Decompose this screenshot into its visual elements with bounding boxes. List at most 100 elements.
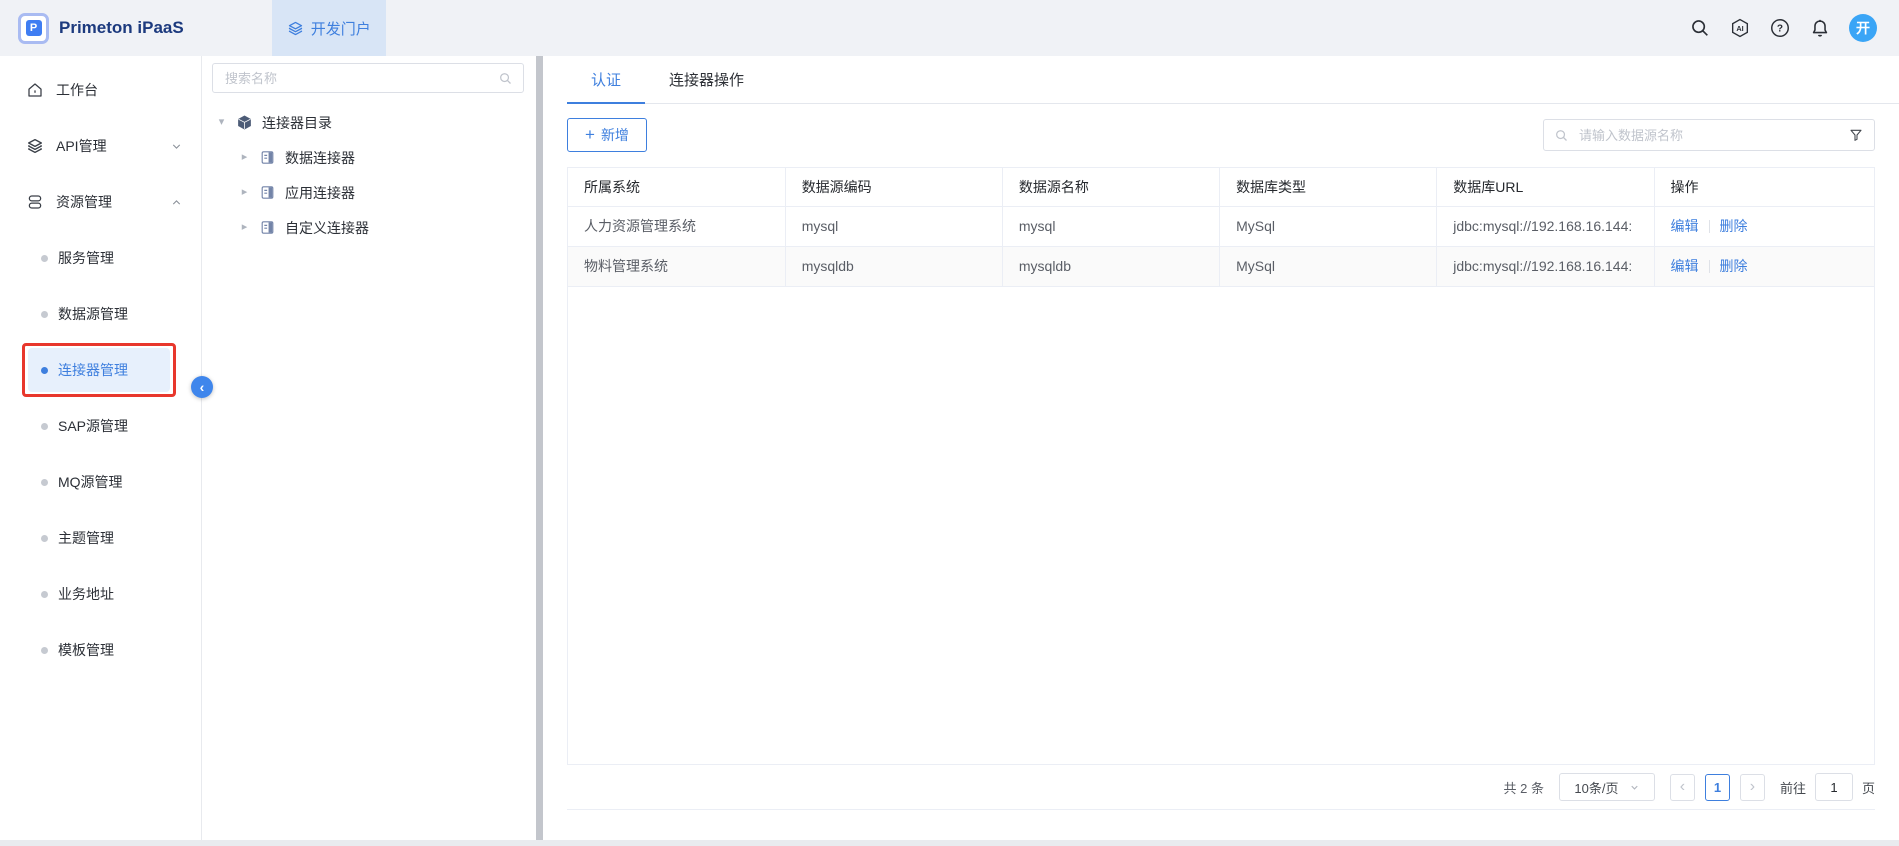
goto-suffix: 页 — [1862, 778, 1875, 797]
cell-system: 人力资源管理系统 — [568, 206, 785, 246]
chevron-down-icon — [1629, 782, 1640, 793]
sidebar-item-connector-mgmt[interactable]: 连接器管理 — [0, 342, 201, 398]
column-header-db-type: 数据库类型 — [1220, 168, 1437, 206]
plus-icon: + — [585, 126, 595, 143]
bullet-icon — [41, 367, 48, 374]
sidebar-item-topic-mgmt[interactable]: 主题管理 — [0, 510, 201, 566]
cell-code: mysqldb — [785, 246, 1002, 286]
tree-node-label: 自定义连接器 — [285, 218, 369, 238]
topbar: P Primeton iPaaS 开发门户 AI — [0, 0, 1899, 56]
main-panel: 认证 连接器操作 + 新增 — [543, 56, 1899, 840]
caret-right-icon[interactable]: ▸ — [239, 222, 250, 233]
sidebar-item-resource-mgmt[interactable]: 资源管理 — [0, 174, 201, 230]
table-row: 人力资源管理系统 mysql mysql MySql jdbc:mysql://… — [568, 206, 1874, 246]
cell-db-url: jdbc:mysql://192.168.16.144: — [1437, 206, 1654, 246]
sidebar-item-label: 主题管理 — [58, 528, 114, 548]
prev-page-button[interactable]: ‹ — [1670, 774, 1695, 801]
next-page-button[interactable]: › — [1740, 774, 1765, 801]
cell-db-type: MySql — [1220, 206, 1437, 246]
cube-icon — [236, 114, 253, 131]
svg-text:AI: AI — [1736, 24, 1743, 33]
sidebar-item-label: 工作台 — [56, 80, 98, 100]
search-icon[interactable] — [1689, 17, 1711, 39]
divider — [1709, 260, 1710, 273]
datasource-search-input[interactable] — [1577, 127, 1840, 144]
layers-icon — [287, 20, 304, 37]
column-header-db-url: 数据库URL — [1437, 168, 1654, 206]
search-icon — [498, 71, 513, 86]
sidebar-item-label: 业务地址 — [58, 584, 114, 604]
sidebar-item-service-mgmt[interactable]: 服务管理 — [0, 230, 201, 286]
tree-node-app-connector[interactable]: ▸ 应用连接器 — [202, 175, 536, 210]
toolbar: + 新增 — [567, 118, 1875, 152]
sidebar-collapse-handle[interactable]: ‹ — [191, 376, 213, 398]
tab-connector-operations[interactable]: 连接器操作 — [645, 56, 768, 103]
document-icon — [259, 149, 276, 166]
cell-code: mysql — [785, 206, 1002, 246]
page-size-value: 10条/页 — [1574, 778, 1618, 797]
tree-node-data-connector[interactable]: ▸ 数据连接器 — [202, 140, 536, 175]
bullet-icon — [41, 423, 48, 430]
tree-node-custom-connector[interactable]: ▸ 自定义连接器 — [202, 210, 536, 245]
cell-db-url: jdbc:mysql://192.168.16.144: — [1437, 246, 1654, 286]
goto-page: 前往 页 — [1780, 773, 1875, 801]
sidebar-item-business-address[interactable]: 业务地址 — [0, 566, 201, 622]
tree-search-input[interactable] — [223, 70, 490, 87]
help-icon[interactable]: ? — [1769, 17, 1791, 39]
topbar-actions: AI ? 开 — [1689, 14, 1899, 42]
svg-text:?: ? — [1777, 24, 1783, 35]
bullet-icon — [41, 479, 48, 486]
sidebar-item-template-mgmt[interactable]: 模板管理 — [0, 622, 201, 678]
sidebar-item-api-mgmt[interactable]: API管理 — [0, 118, 201, 174]
page-number-1[interactable]: 1 — [1705, 774, 1730, 801]
sidebar-item-label: SAP源管理 — [58, 416, 128, 436]
brand-name: Primeton iPaaS — [59, 18, 184, 38]
bullet-icon — [41, 647, 48, 654]
edit-link[interactable]: 编辑 — [1671, 258, 1699, 274]
content-row: 工作台 API管理 资源管理 — [0, 56, 1899, 840]
cell-actions: 编辑 删除 — [1654, 246, 1874, 286]
page-size-select[interactable]: 10条/页 — [1559, 773, 1655, 801]
bullet-icon — [41, 535, 48, 542]
sidebar-item-mq-source-mgmt[interactable]: MQ源管理 — [0, 454, 201, 510]
sidebar-item-workbench[interactable]: 工作台 — [0, 62, 201, 118]
column-header-code: 数据源编码 — [785, 168, 1002, 206]
cell-db-type: MySql — [1220, 246, 1437, 286]
caret-right-icon[interactable]: ▸ — [239, 152, 250, 163]
datasource-search — [1543, 119, 1875, 151]
document-icon — [259, 219, 276, 236]
app-window: P Primeton iPaaS 开发门户 AI — [0, 0, 1899, 840]
cell-name: mysqldb — [1002, 246, 1219, 286]
sidebar: 工作台 API管理 资源管理 — [0, 56, 202, 840]
portal-tab-label: 开发门户 — [311, 18, 371, 39]
tree-node-label: 连接器目录 — [262, 113, 332, 133]
pagination: 共 2 条 10条/页 ‹ 1 › 前往 页 — [567, 765, 1875, 810]
portal-tab-dev[interactable]: 开发门户 — [272, 0, 386, 56]
column-header-name: 数据源名称 — [1002, 168, 1219, 206]
bell-icon[interactable] — [1809, 17, 1831, 39]
add-button[interactable]: + 新增 — [567, 118, 647, 152]
delete-link[interactable]: 删除 — [1720, 258, 1748, 274]
avatar[interactable]: 开 — [1849, 14, 1877, 42]
cell-system: 物料管理系统 — [568, 246, 785, 286]
sidebar-item-label: 资源管理 — [56, 192, 112, 212]
sidebar-item-sap-source-mgmt[interactable]: SAP源管理 — [0, 398, 201, 454]
caret-right-icon[interactable]: ▸ — [239, 187, 250, 198]
delete-link[interactable]: 删除 — [1720, 218, 1748, 234]
tree-search — [212, 63, 524, 93]
sidebar-item-label: MQ源管理 — [58, 472, 123, 492]
cell-name: mysql — [1002, 206, 1219, 246]
filter-icon[interactable] — [1848, 127, 1864, 143]
caret-down-icon[interactable]: ▾ — [216, 117, 227, 128]
edit-link[interactable]: 编辑 — [1671, 218, 1699, 234]
sidebar-item-label: 模板管理 — [58, 640, 114, 660]
sidebar-item-label: 数据源管理 — [58, 304, 128, 324]
tab-authentication[interactable]: 认证 — [567, 56, 645, 103]
tree-node-connector-catalog[interactable]: ▾ 连接器目录 — [202, 105, 536, 140]
bullet-icon — [41, 311, 48, 318]
panel-scrollbar[interactable] — [536, 56, 543, 840]
ai-assistant-icon[interactable]: AI — [1729, 17, 1751, 39]
tabs: 认证 连接器操作 — [567, 56, 1899, 104]
sidebar-item-datasource-mgmt[interactable]: 数据源管理 — [0, 286, 201, 342]
goto-page-input[interactable] — [1815, 773, 1853, 801]
